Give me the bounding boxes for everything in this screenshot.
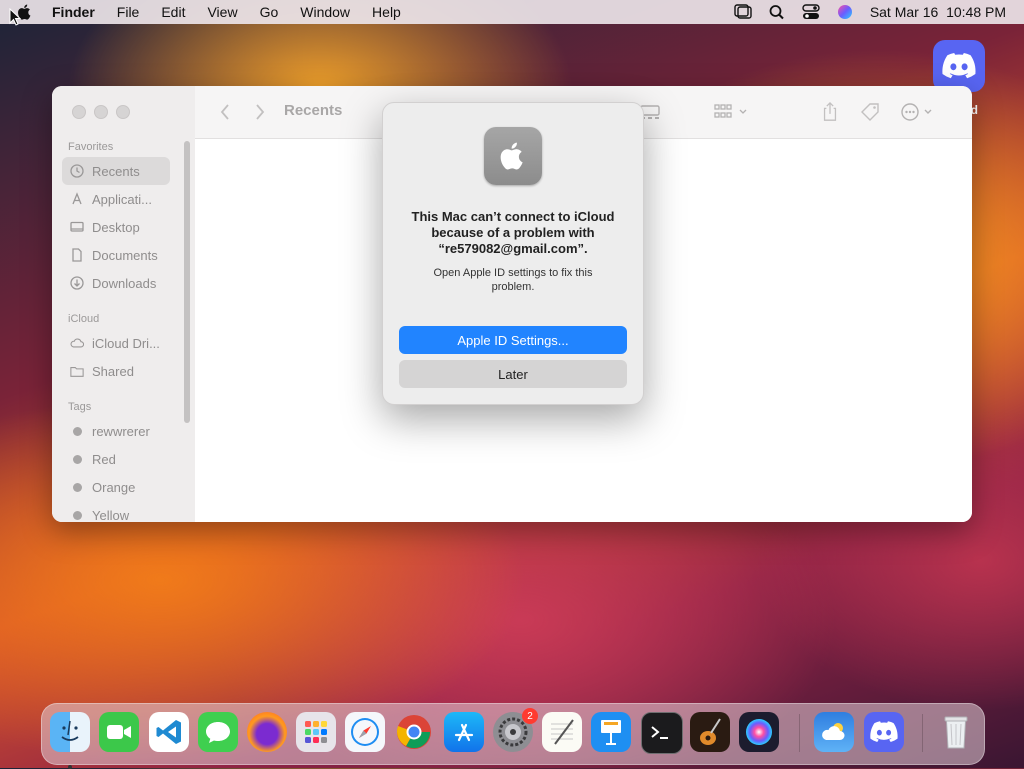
sidebar-scrollbar[interactable]: [184, 141, 190, 423]
running-indicator: [68, 765, 72, 769]
desktop-icon: [70, 220, 84, 234]
sidebar-item-label: Red: [92, 451, 116, 467]
back-chevron-icon[interactable]: [219, 102, 231, 122]
siri-icon[interactable]: [836, 4, 854, 20]
stage-manager-icon[interactable]: [734, 4, 752, 20]
safari-icon[interactable]: [345, 712, 385, 752]
sidebar-item-label: Documents: [92, 247, 158, 263]
sidebar-item-desktop[interactable]: Desktop: [62, 213, 170, 241]
sidebar-item-label: Applicati...: [92, 191, 152, 207]
launchpad-icon[interactable]: [296, 712, 336, 752]
discord-icon[interactable]: [864, 712, 904, 752]
sidebar-item-icloud-drive[interactable]: iCloud Dri...: [62, 329, 170, 357]
weather-icon[interactable]: [814, 712, 854, 752]
later-button[interactable]: Later: [399, 360, 627, 388]
textedit-icon[interactable]: [542, 712, 582, 752]
alert-message: Open Apple ID settings to fix this probl…: [433, 267, 593, 293]
more-actions-icon[interactable]: [900, 102, 936, 122]
apple-logo-icon: [484, 127, 542, 185]
sidebar-tags-title: Tags: [68, 401, 92, 413]
menu-file[interactable]: File: [117, 4, 140, 20]
sidebar-item-shared[interactable]: Shared: [62, 357, 170, 385]
tag-color-dot: [73, 510, 82, 520]
sidebar-item-label: Yellow: [92, 507, 130, 523]
window-controls: [72, 105, 130, 119]
sidebar-tag-red[interactable]: Red: [62, 445, 170, 473]
sidebar-item-label: Recents: [92, 163, 140, 179]
tag-color-dot: [73, 426, 82, 436]
icloud-alert-dialog: This Mac can’t connect to iCloud because…: [382, 102, 644, 405]
app-store-icon[interactable]: [444, 712, 484, 752]
search-icon[interactable]: [768, 4, 786, 20]
zoom-button[interactable]: [116, 105, 130, 119]
sidebar-item-label: Orange: [92, 479, 136, 495]
dock: 2: [41, 703, 985, 769]
sidebar-tag-rewwrerer[interactable]: rewwrerer: [62, 417, 170, 445]
finder-icon[interactable]: [50, 712, 90, 769]
chrome-icon[interactable]: [394, 712, 434, 752]
window-title: Recents: [284, 102, 343, 119]
dock-separator: [799, 714, 800, 752]
menu-help[interactable]: Help: [372, 4, 401, 20]
menu-view[interactable]: View: [207, 4, 237, 20]
sidebar-item-label: Downloads: [92, 275, 157, 291]
sidebar-item-label: Desktop: [92, 219, 140, 235]
notification-badge: 2: [522, 708, 538, 724]
tag-color-dot: [73, 482, 82, 492]
sidebar-item-applications[interactable]: Applicati...: [62, 185, 170, 213]
tag-icon[interactable]: [859, 102, 881, 122]
share-icon[interactable]: [821, 102, 839, 122]
clock-icon: [70, 164, 84, 178]
document-icon: [70, 248, 84, 262]
keynote-icon[interactable]: [591, 712, 631, 752]
forward-chevron-icon[interactable]: [254, 102, 266, 122]
sidebar-item-label: iCloud Dri...: [92, 335, 160, 351]
menu-clock[interactable]: Sat Mar 16 10:48 PM: [870, 4, 1006, 20]
sidebar-icloud-title: iCloud: [68, 313, 100, 325]
trash-icon[interactable]: [936, 712, 976, 752]
close-button[interactable]: [72, 105, 86, 119]
menu-bar: Finder File Edit View Go Window Help Sat…: [0, 0, 1024, 24]
sidebar-item-downloads[interactable]: Downloads: [62, 269, 170, 297]
system-settings-icon[interactable]: 2: [493, 708, 538, 752]
garageband-icon[interactable]: [690, 712, 730, 752]
tag-color-dot: [73, 454, 82, 464]
sidebar-favorites-title: Favorites: [68, 141, 114, 153]
menu-window[interactable]: Window: [300, 4, 350, 20]
mouse-cursor-icon: [9, 8, 21, 26]
menu-go[interactable]: Go: [260, 4, 279, 20]
terminal-icon[interactable]: [641, 712, 683, 754]
desktop-discord-icon[interactable]: [933, 40, 985, 92]
facetime-icon[interactable]: [99, 712, 139, 752]
group-by-icon[interactable]: [713, 102, 751, 122]
sidebar-item-label: rewwrerer: [92, 423, 150, 439]
sidebar-tag-orange[interactable]: Orange: [62, 473, 170, 501]
menu-edit[interactable]: Edit: [161, 4, 185, 20]
control-center-icon[interactable]: [802, 4, 820, 20]
cloud-icon: [70, 336, 84, 350]
finder-sidebar: Favorites Recents Applicati... Desktop D…: [52, 86, 195, 522]
vscode-icon[interactable]: [149, 712, 189, 752]
firefox-icon[interactable]: [247, 712, 287, 752]
alert-title: This Mac can’t connect to iCloud because…: [411, 209, 615, 256]
sidebar-item-documents[interactable]: Documents: [62, 241, 170, 269]
sidebar-item-recents[interactable]: Recents: [62, 157, 170, 185]
applications-icon: [70, 192, 84, 206]
messages-icon[interactable]: [198, 712, 238, 752]
sidebar-tag-yellow[interactable]: Yellow: [62, 501, 170, 522]
siri-icon[interactable]: [739, 712, 779, 752]
dock-separator: [922, 714, 923, 752]
download-icon: [70, 276, 84, 290]
sidebar-item-label: Shared: [92, 363, 134, 379]
minimize-button[interactable]: [94, 105, 108, 119]
shared-folder-icon: [70, 364, 84, 378]
menu-app-name[interactable]: Finder: [52, 4, 95, 20]
apple-id-settings-button[interactable]: Apple ID Settings...: [399, 326, 627, 354]
